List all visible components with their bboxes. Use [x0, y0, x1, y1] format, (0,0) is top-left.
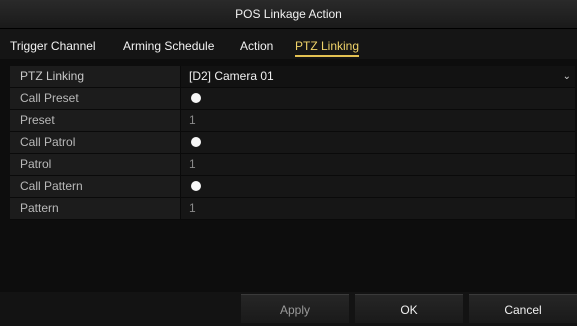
tab-action[interactable]: Action	[240, 39, 273, 53]
chevron-down-icon[interactable]: ⌄	[563, 66, 571, 87]
call-patrol-radio-icon[interactable]	[191, 137, 201, 147]
call-pattern-label: Call Pattern	[10, 176, 180, 197]
call-preset-radio-icon[interactable]	[191, 93, 201, 103]
row-call-pattern: Call Pattern	[10, 176, 575, 198]
row-call-preset: Call Preset	[10, 88, 575, 110]
pattern-field[interactable]: 1	[180, 198, 575, 219]
ptz-linking-label: PTZ Linking	[10, 66, 180, 87]
row-preset: Preset 1	[10, 110, 575, 132]
row-pattern: Pattern 1	[10, 198, 575, 220]
tab-ptz-linking[interactable]: PTZ Linking	[295, 39, 360, 57]
tab-bar: Trigger Channel Arming Schedule Action P…	[0, 29, 577, 59]
tab-trigger-channel[interactable]: Trigger Channel	[10, 39, 96, 53]
row-patrol: Patrol 1	[10, 154, 575, 176]
pattern-label: Pattern	[10, 198, 180, 219]
ptz-linking-value: [D2] Camera 01	[189, 69, 274, 83]
row-ptz-linking: PTZ Linking [D2] Camera 01 ⌄	[10, 66, 575, 88]
pos-linkage-window: POS Linkage Action Trigger Channel Armin…	[0, 0, 577, 326]
call-preset-label: Call Preset	[10, 88, 180, 109]
title-bar: POS Linkage Action	[0, 0, 577, 29]
apply-button[interactable]: Apply	[241, 294, 349, 323]
patrol-label: Patrol	[10, 154, 180, 175]
call-preset-field	[180, 88, 575, 109]
row-call-patrol: Call Patrol	[10, 132, 575, 154]
preset-label: Preset	[10, 110, 180, 131]
ptz-linking-dropdown[interactable]: [D2] Camera 01 ⌄	[180, 66, 575, 87]
settings-grid: PTZ Linking [D2] Camera 01 ⌄ Call Preset…	[10, 66, 575, 220]
button-bar: Apply OK Cancel	[0, 292, 577, 326]
call-pattern-field	[180, 176, 575, 197]
call-patrol-field	[180, 132, 575, 153]
preset-field[interactable]: 1	[180, 110, 575, 131]
cancel-button[interactable]: Cancel	[469, 294, 577, 323]
call-pattern-radio-icon[interactable]	[191, 181, 201, 191]
call-patrol-label: Call Patrol	[10, 132, 180, 153]
tab-arming-schedule[interactable]: Arming Schedule	[123, 39, 214, 53]
window-title: POS Linkage Action	[235, 7, 342, 21]
ok-button[interactable]: OK	[355, 294, 463, 323]
patrol-field[interactable]: 1	[180, 154, 575, 175]
